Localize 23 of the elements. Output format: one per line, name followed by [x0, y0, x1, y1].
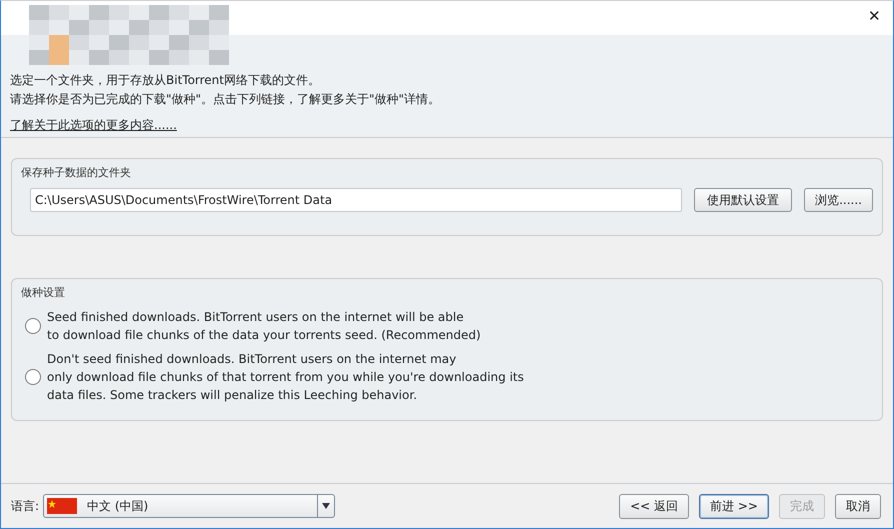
wizard-button[interactable]: 前进 >> [699, 494, 769, 518]
more-info-link[interactable]: 了解关于此选项的更多内容...... [10, 117, 177, 134]
option-text: only download file chunks of that torrent from you while you're downloading its [47, 369, 524, 386]
folder-path-field[interactable]: C:\Users\ASUS\Documents\FrostWire\Torrent Data [30, 188, 682, 212]
wizard-button[interactable]: 取消 [835, 494, 881, 518]
panel-title: 做种设置 [21, 285, 66, 300]
radio-button[interactable] [25, 369, 41, 385]
option-text: Don't seed finished downloads. BitTorrent users on the internet may [47, 351, 458, 368]
wizard-button[interactable]: << 返回 [619, 494, 690, 518]
browse-button[interactable]: 浏览...... [804, 188, 873, 212]
radio-button[interactable] [25, 318, 41, 334]
option-text: to download file chunks of the data your torrents seed. (Recommended) [47, 327, 481, 344]
instruction-text: 请选择你是否为已完成的下载"做种"。点击下列链接，了解更多关于"做种"详情。 [10, 91, 442, 108]
instruction-text: 选定一个文件夹，用于存放从BitTorrent网络下载的文件。 [10, 72, 321, 89]
language-label: 语言: [11, 498, 40, 514]
panel-title: 保存种子数据的文件夹 [21, 165, 132, 180]
flag-icon [47, 498, 78, 514]
default-settings-button[interactable]: 使用默认设置 [694, 188, 792, 212]
option-text: data files. Some trackers will penalize this Leeching behavior. [47, 387, 418, 404]
option-text: Seed finished downloads. BitTorrent users on the internet will be able [47, 309, 465, 326]
dropdown-arrow-icon [322, 503, 330, 509]
language-dropdown[interactable]: 中文 (中国) [43, 494, 336, 518]
close-button[interactable]: ✕ [856, 1, 893, 31]
